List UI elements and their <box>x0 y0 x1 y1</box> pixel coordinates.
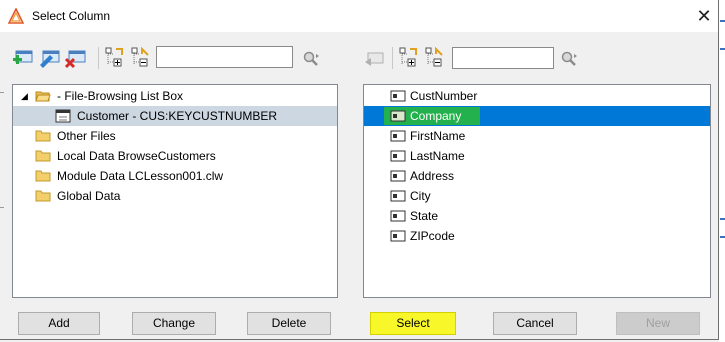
window-frame <box>0 0 719 340</box>
background-window-edge <box>719 0 725 342</box>
